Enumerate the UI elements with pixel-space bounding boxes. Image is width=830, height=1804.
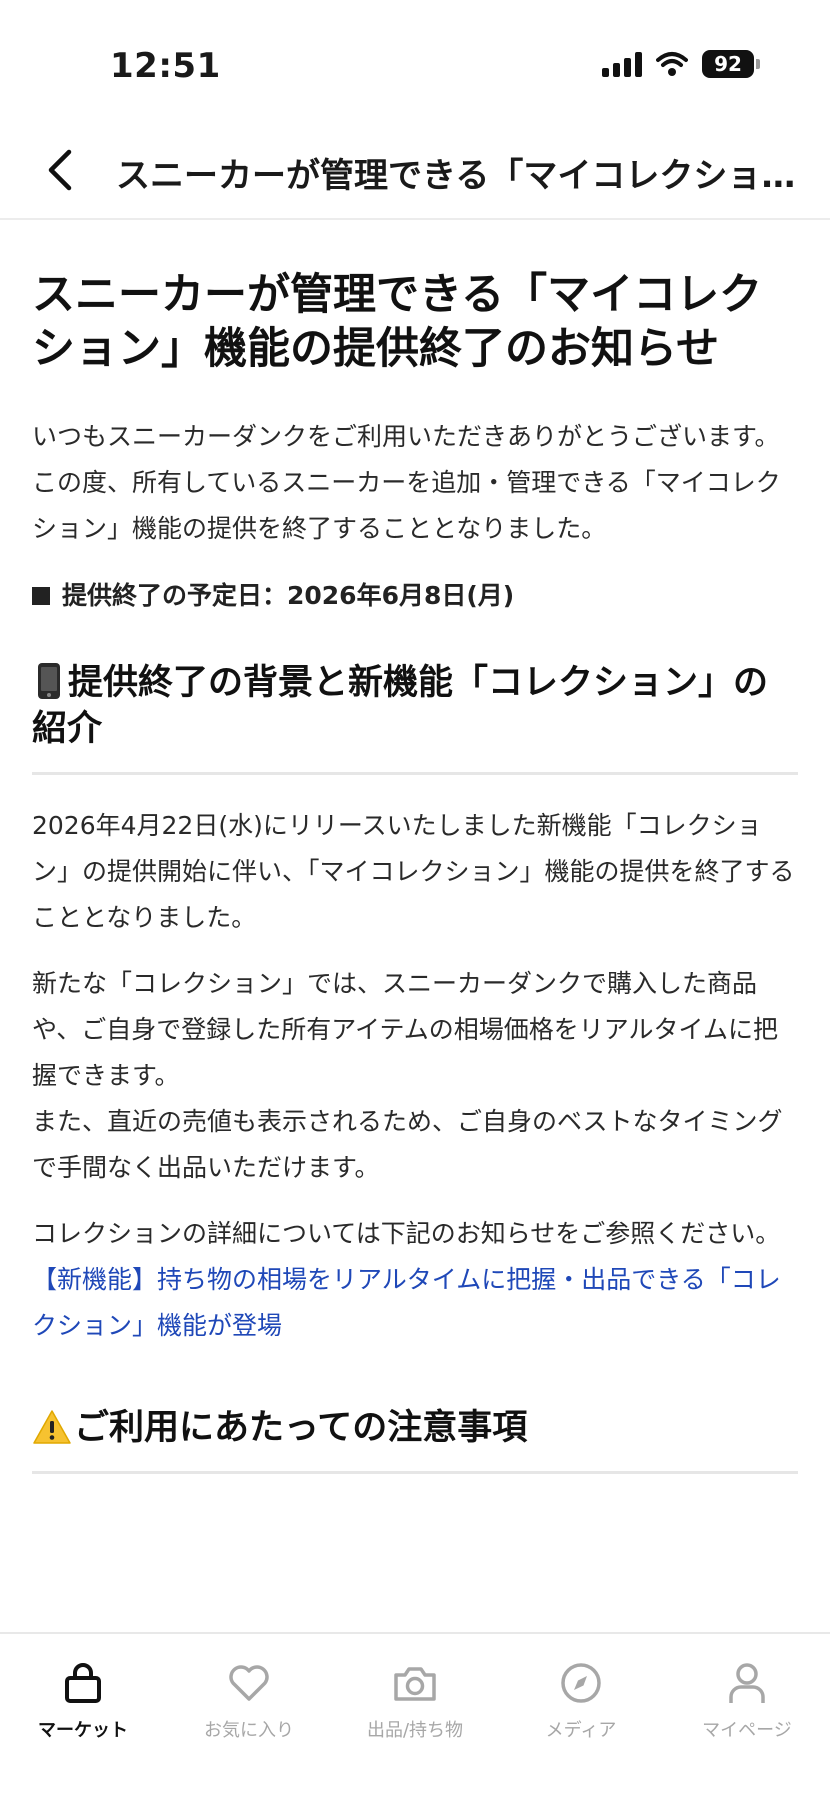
divider [32,772,798,775]
compass-icon [558,1660,604,1706]
screen: 12:51 92 スニーカーが管理できる「マイコレクショ… スニーカーが管理でき… [0,0,830,1804]
person-icon [724,1660,770,1706]
tab-favorites[interactable]: お気に入り [166,1634,332,1804]
new-feature-link[interactable]: 【新機能】持ち物の相場をリアルタイムに把握・出品できる「コレクション」機能が登場 [32,1265,781,1340]
divider [32,1471,798,1474]
heart-icon [226,1660,272,1706]
back-button[interactable] [36,146,84,194]
section-heading-notes: ご利用にあたっての注意事項 [32,1405,798,1451]
section-heading-background-text: 提供終了の背景と新機能「コレクション」の紹介 [32,663,769,749]
section-heading-notes-text: ご利用にあたっての注意事項 [74,1408,528,1448]
section-heading-background: 提供終了の背景と新機能「コレクション」の紹介 [32,660,798,752]
battery-icon: 92 [702,50,760,78]
tab-label: マーケット [38,1720,128,1741]
tab-mypage[interactable]: マイページ [664,1634,830,1804]
cellular-signal-icon [602,51,642,77]
page-title: スニーカーが管理できる「マイコレクショ… [116,156,796,196]
mobile-phone-icon [38,663,60,699]
bottom-tab-bar: マーケット お気に入り 出品/持ち物 メディア マイページ [0,1632,830,1804]
tab-media[interactable]: メディア [498,1634,664,1804]
square-bullet-icon [32,587,50,605]
tab-listing[interactable]: 出品/持ち物 [332,1634,498,1804]
tab-market[interactable]: マーケット [0,1634,166,1804]
tab-label: 出品/持ち物 [366,1720,464,1741]
shopping-bag-icon [60,1660,106,1706]
tab-label: メディア [545,1720,617,1741]
chevron-left-icon [48,149,72,191]
tab-label: マイページ [702,1720,792,1741]
warning-icon [33,1410,71,1444]
status-icons: 92 [602,50,760,78]
article-title: スニーカーが管理できる「マイコレクション」機能の提供終了のお知らせ [32,270,763,374]
tab-label: お気に入り [204,1720,294,1741]
section1-paragraph-3: コレクションの詳細については下記のお知らせをご参照ください。 [32,1219,781,1248]
status-bar: 12:51 92 [0,0,830,120]
article-content[interactable]: スニーカーが管理できる「マイコレクション」機能の提供終了のお知らせ いつもスニー… [0,222,830,1632]
status-time: 12:51 [110,46,221,86]
end-date: 提供終了の予定日：2026年6月8日(月) [32,576,798,616]
battery-level: 92 [702,50,754,78]
section1-paragraph-1: 2026年4月22日(水)にリリースいたしました新機能「コレクション」の提供開始… [32,811,795,932]
camera-icon [392,1660,438,1706]
wifi-icon [656,52,688,76]
end-date-text: 提供終了の予定日：2026年6月8日(月) [62,581,515,610]
intro-paragraph: いつもスニーカーダンクをご利用いただきありがとうございます。 この度、所有してい… [32,422,781,543]
nav-header: スニーカーが管理できる「マイコレクショ… [0,120,830,220]
section1-paragraph-2: 新たな「コレクション」では、スニーカーダンクで購入した商品や、ご自身で登録した所… [32,969,783,1182]
